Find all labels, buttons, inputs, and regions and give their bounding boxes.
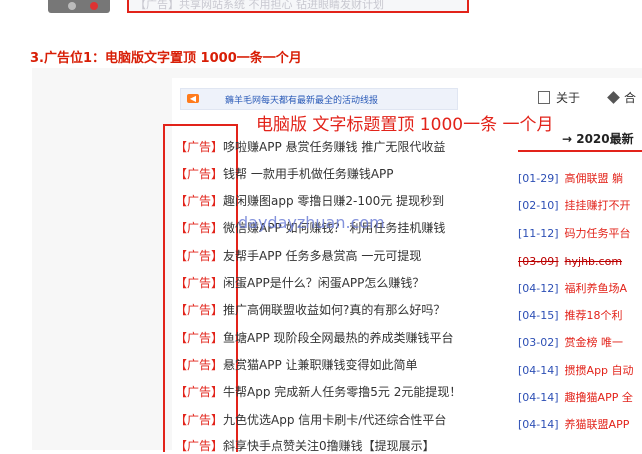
list-item[interactable]: 【广告】悬赏猫APP 让兼职赚钱变得如此简单 — [175, 357, 418, 373]
news-date: [04-14] — [518, 418, 559, 431]
notice-text: 薅羊毛网每天都有最新最全的活动线报 — [225, 96, 379, 106]
thumb-dot-icon — [68, 2, 76, 10]
news-date: [11-12] — [518, 227, 559, 240]
list-item[interactable]: 【广告】九色优选App 信用卡刷卡/代还综合性平台 — [175, 412, 446, 428]
ad-tag: 【广告】 — [175, 331, 224, 345]
news-date: [04-12] — [518, 282, 559, 295]
ad-tag: 【广告】 — [175, 413, 224, 427]
news-item[interactable]: [04-15] 推荐18个利 — [518, 309, 623, 323]
list-item[interactable]: 【广告】趣闲赚图app 零撸日赚2-100元 提现秒到 — [175, 193, 444, 209]
list-item[interactable]: 【广告】鱼塘APP 现阶段全网最热的养成类赚钱平台 — [175, 330, 454, 346]
ad-title: 趣闲赚图app 零撸日赚2-100元 提现秒到 — [223, 194, 445, 208]
ad-title: 鱼塘APP 现阶段全网最热的养成类赚钱平台 — [223, 331, 454, 345]
news-title: 福利养鱼场A — [564, 282, 628, 295]
news-item[interactable]: [11-12] 码力任务平台 — [518, 227, 631, 241]
news-title: hyjhb.com — [564, 255, 623, 268]
ad-tag: 【广告】 — [175, 303, 224, 317]
news-title: 趣撸猫APP 全 — [564, 391, 633, 404]
section-title: 3.广告位1：电脑版文字置顶 1000一条一个月 — [30, 51, 302, 66]
news-title: 推荐18个利 — [564, 309, 623, 322]
nav-tag-label: 合 — [624, 91, 637, 105]
news-date: [03-09] — [518, 255, 559, 268]
list-item[interactable]: 【广告】钱帮 一款用手机做任务赚钱APP — [175, 166, 394, 182]
ad-tag: 【广告】 — [175, 358, 224, 372]
news-title: 掼掼App 自动 — [564, 364, 634, 377]
thumb-dot-icon — [90, 2, 98, 10]
ad-title: 友帮手APP 任务多悬赏高 一元可提现 — [223, 249, 422, 263]
page-icon — [538, 91, 550, 104]
tag-icon — [607, 91, 620, 104]
ad-title: 钱帮 一款用手机做任务赚钱APP — [223, 167, 394, 181]
ad-title: 闲蛋APP是什么？闲蛋APP怎么赚钱？ — [223, 276, 425, 290]
nav-about-link[interactable]: 关于 — [538, 89, 580, 106]
right-column-heading: → 2020最新 — [562, 132, 634, 146]
news-date: [04-15] — [518, 309, 559, 322]
news-item[interactable]: [03-02] 赏金榜 唯一 — [518, 336, 623, 350]
ad-title: 悬赏猫APP 让兼职赚钱变得如此简单 — [223, 358, 418, 372]
news-item[interactable]: [03-09] hyjhb.com — [518, 255, 622, 269]
ad-tag: 【广告】 — [175, 167, 224, 181]
ad-tag: 【广告】 — [175, 221, 224, 235]
news-item[interactable]: [04-14] 掼掼App 自动 — [518, 364, 634, 378]
ad-tag: 【广告】 — [175, 249, 224, 263]
news-date: [03-02] — [518, 336, 559, 349]
news-title: 高佣联盟 躺 — [564, 172, 624, 185]
nav-tag-link[interactable]: 合 — [607, 89, 637, 106]
watermark-text: daydayzhuan.com — [238, 213, 385, 232]
news-date: [04-14] — [518, 364, 559, 377]
ad-tag: 【广告】 — [175, 194, 224, 208]
news-item[interactable]: [04-12] 福利养鱼场A — [518, 282, 627, 296]
ad-title: 斜享快手点赞关注0撸赚钱【提现展示】 — [223, 439, 435, 453]
news-item[interactable]: [01-29] 高佣联盟 躺 — [518, 172, 623, 186]
list-item[interactable]: 【广告】哆啦赚APP 悬赏任务赚钱 推广无限代收益 — [175, 139, 445, 155]
news-date: [01-29] — [518, 172, 559, 185]
news-title: 养猫联盟APP — [564, 418, 630, 431]
news-item[interactable]: [04-14] 养猫联盟APP — [518, 418, 629, 432]
ad-tag: 【广告】 — [175, 276, 224, 290]
ad-title: 九色优选App 信用卡刷卡/代还综合性平台 — [223, 413, 447, 427]
top-banner-text: 【广告】共享网站系统 不用担心 钻进眼睛发财计划 — [135, 0, 384, 11]
news-title: 码力任务平台 — [564, 227, 631, 240]
news-item[interactable]: [02-10] 挂挂赚打不开 — [518, 199, 631, 213]
news-title: 挂挂赚打不开 — [564, 199, 631, 212]
list-item[interactable]: 【广告】友帮手APP 任务多悬赏高 一元可提现 — [175, 248, 421, 264]
heading-underline — [518, 150, 642, 152]
ad-tag: 【广告】 — [175, 439, 224, 453]
news-item[interactable]: [04-14] 趣撸猫APP 全 — [518, 391, 633, 405]
list-item[interactable]: 【广告】牛帮App 完成新人任务零撸5元 2元能提现！ — [175, 384, 461, 400]
ad-title: 哆啦赚APP 悬赏任务赚钱 推广无限代收益 — [223, 140, 446, 154]
ad-tag: 【广告】 — [175, 385, 224, 399]
ad-title: 牛帮App 完成新人任务零撸5元 2元能提现！ — [223, 385, 462, 399]
top-banner-box: 【广告】共享网站系统 不用担心 钻进眼睛发财计划 — [127, 0, 469, 13]
notice-bar[interactable]: ◀ 薅羊毛网每天都有最新最全的活动线报 — [180, 88, 458, 110]
overlay-annotation-label: 电脑版 文字标题置顶 1000一条 一个月 — [256, 115, 554, 135]
list-item[interactable]: 【广告】闲蛋APP是什么？闲蛋APP怎么赚钱？ — [175, 275, 424, 291]
ad-title: 推广高佣联盟收益如何?真的有那么好吗？ — [223, 303, 446, 317]
news-date: [02-10] — [518, 199, 559, 212]
list-item[interactable]: 【广告】推广高佣联盟收益如何?真的有那么好吗？ — [175, 302, 445, 318]
nav-about-label: 关于 — [556, 91, 581, 105]
ad-tag: 【广告】 — [175, 140, 224, 154]
top-thumbnail-image — [48, 0, 110, 13]
news-title: 赏金榜 唯一 — [564, 336, 624, 349]
list-item[interactable]: 【广告】斜享快手点赞关注0撸赚钱【提现展示】 — [175, 438, 435, 454]
news-date: [04-14] — [518, 391, 559, 404]
notice-speaker-icon: ◀ — [187, 94, 199, 103]
